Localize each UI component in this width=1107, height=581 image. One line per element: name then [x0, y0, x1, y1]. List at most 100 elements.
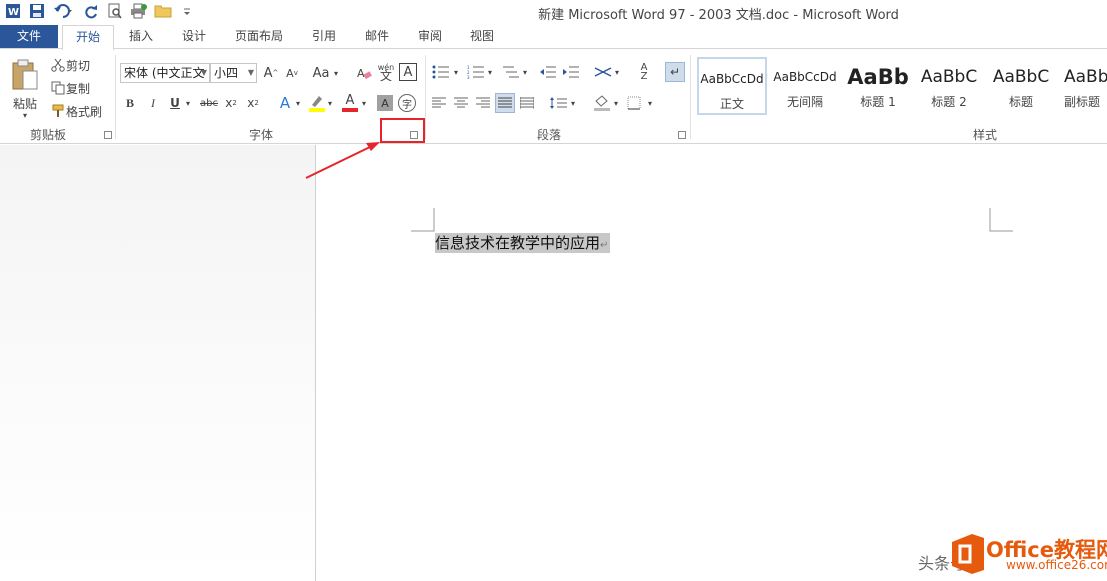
bold-icon[interactable]: B: [123, 95, 137, 111]
increase-indent-icon[interactable]: [561, 63, 581, 81]
tab-references[interactable]: 引用: [302, 25, 346, 49]
font-family-combo[interactable]: 宋体 (中文正文 ▼: [120, 63, 210, 83]
underline-icon[interactable]: U: [168, 95, 182, 111]
paste-icon[interactable]: [6, 55, 44, 95]
align-left-icon[interactable]: [431, 95, 447, 111]
style-heading-1[interactable]: AaBb 标题 1: [843, 57, 913, 115]
style-sample: AaBbCcDd: [773, 70, 837, 84]
chevron-down-icon[interactable]: ▾: [360, 95, 368, 111]
document-text[interactable]: 信息技术在教学中的应用↵: [435, 233, 611, 253]
ribbon: 粘贴 ▾ 剪切 复制 格式刷 剪贴板 宋体 (中文正文 ▼ 小四 ▼ A ^ Av…: [0, 48, 1107, 144]
line-spacing-icon[interactable]: [548, 94, 568, 112]
font-color-icon[interactable]: A: [341, 93, 359, 113]
chevron-down-icon[interactable]: ▾: [569, 95, 577, 111]
distributed-icon[interactable]: [519, 95, 535, 111]
tab-design[interactable]: 设计: [170, 25, 218, 49]
group-divider: [425, 55, 426, 139]
style-title[interactable]: AaBbC 标题: [986, 57, 1056, 115]
align-right-icon[interactable]: [475, 95, 491, 111]
watermark: 头条号 Office教程网 www.office26.com: [918, 530, 1107, 581]
tab-review[interactable]: 审阅: [408, 25, 452, 49]
red-arrow-icon: [305, 142, 380, 179]
chevron-down-icon[interactable]: ▼: [248, 64, 254, 82]
shrink-font-icon[interactable]: Av: [283, 64, 301, 82]
chevron-down-icon[interactable]: ▾: [326, 95, 334, 111]
chevron-down-icon[interactable]: ▾: [646, 95, 654, 111]
highlight-color-icon[interactable]: [308, 93, 326, 113]
italic-icon[interactable]: I: [146, 95, 160, 111]
copy-button[interactable]: 复制: [66, 80, 96, 96]
scissors-icon[interactable]: [50, 57, 66, 73]
style-name: 无间隔: [786, 95, 823, 109]
style-normal[interactable]: AaBbCcDd 正文: [697, 57, 767, 115]
clear-formatting-icon[interactable]: A: [355, 64, 373, 82]
style-name: 正文: [719, 97, 744, 111]
format-painter-icon[interactable]: [50, 103, 66, 119]
chevron-down-icon[interactable]: ▾: [521, 64, 529, 80]
justify-icon[interactable]: [495, 93, 515, 113]
numbering-icon[interactable]: 123: [465, 63, 487, 81]
strikethrough-icon[interactable]: abc: [199, 95, 219, 111]
bullets-icon[interactable]: [430, 63, 452, 81]
chevron-down-icon[interactable]: ▾: [184, 95, 192, 111]
chevron-down-icon[interactable]: ▾: [452, 64, 460, 80]
change-case-button[interactable]: Aa: [310, 64, 332, 82]
superscript-icon[interactable]: x2: [244, 95, 262, 111]
paste-dropdown-icon[interactable]: ▾: [20, 111, 30, 120]
format-painter-button[interactable]: 格式刷: [66, 103, 108, 119]
font-size-value: 小四: [214, 66, 239, 80]
chevron-down-icon[interactable]: ▾: [612, 95, 620, 111]
character-shading-icon[interactable]: A: [377, 95, 393, 111]
tab-file[interactable]: 文件: [0, 25, 58, 49]
navigation-margin: [0, 145, 316, 581]
style-no-spacing[interactable]: AaBbCcDd 无间隔: [770, 57, 840, 115]
tab-mailings[interactable]: 邮件: [355, 25, 399, 49]
grow-font-icon[interactable]: A ^: [262, 64, 280, 82]
paragraph-group-label: 段落: [537, 128, 562, 142]
tab-view[interactable]: 视图: [460, 25, 504, 49]
align-center-icon[interactable]: [453, 95, 469, 111]
multilevel-list-icon[interactable]: [500, 63, 522, 81]
style-heading-2[interactable]: AaBbC 标题 2: [914, 57, 984, 115]
chinese-layout-icon[interactable]: [592, 63, 614, 81]
chevron-down-icon[interactable]: ▾: [294, 95, 302, 111]
cut-button[interactable]: 剪切: [66, 57, 96, 73]
enclose-characters-icon[interactable]: 字: [398, 94, 416, 112]
clipboard-group-label: 剪贴板: [30, 128, 67, 142]
chevron-down-icon[interactable]: ▾: [486, 64, 494, 80]
style-sample: AaBbC: [992, 67, 1050, 87]
text-effects-icon[interactable]: A: [276, 94, 294, 112]
style-sample: AaBb: [847, 65, 909, 89]
tab-home[interactable]: 开始: [62, 25, 114, 50]
paste-button[interactable]: 粘贴: [8, 95, 42, 111]
svg-text:3: 3: [467, 75, 470, 79]
top-left-margin-mark: [411, 208, 435, 232]
title-bar: W 新建 Microsoft Word 97 - 2003 文档.doc - M…: [0, 0, 1107, 25]
chevron-down-icon[interactable]: ▼: [201, 64, 207, 82]
style-sample: AaBbC: [920, 67, 978, 87]
decrease-indent-icon[interactable]: [538, 63, 558, 81]
font-group-label: 字体: [249, 128, 274, 142]
pinyin-char-label: 文: [379, 69, 392, 83]
style-sample: AaBbCcDd: [700, 72, 764, 86]
style-subtitle[interactable]: AaBb 副标题: [1058, 57, 1107, 115]
sort-icon[interactable]: AZ: [634, 62, 654, 82]
clipboard-launcher-icon[interactable]: [104, 131, 112, 139]
copy-icon[interactable]: [50, 80, 66, 96]
word-window: W 新建 Microsoft Word 97 - 2003 文档.doc - M…: [0, 0, 1107, 581]
ribbon-tabs: 文件 开始 插入 设计 页面布局 引用 邮件 审阅 视图: [0, 25, 1107, 50]
style-name: 标题 2: [931, 95, 967, 109]
paragraph-launcher-icon[interactable]: [678, 131, 686, 139]
phonetic-guide-button[interactable]: wén 文: [376, 61, 396, 83]
font-size-combo[interactable]: 小四 ▼: [210, 63, 257, 83]
font-family-value: 宋体 (中文正文: [124, 66, 205, 80]
shading-icon[interactable]: [592, 94, 612, 112]
show-paragraph-marks-icon[interactable]: ↵: [665, 62, 685, 82]
borders-icon[interactable]: [626, 95, 642, 111]
subscript-icon[interactable]: x2: [222, 95, 240, 111]
chevron-down-icon[interactable]: ▾: [332, 64, 340, 82]
chevron-down-icon[interactable]: ▾: [613, 64, 621, 80]
character-border-icon[interactable]: A: [399, 63, 417, 81]
tab-page-layout[interactable]: 页面布局: [226, 25, 292, 49]
tab-insert[interactable]: 插入: [118, 25, 164, 49]
